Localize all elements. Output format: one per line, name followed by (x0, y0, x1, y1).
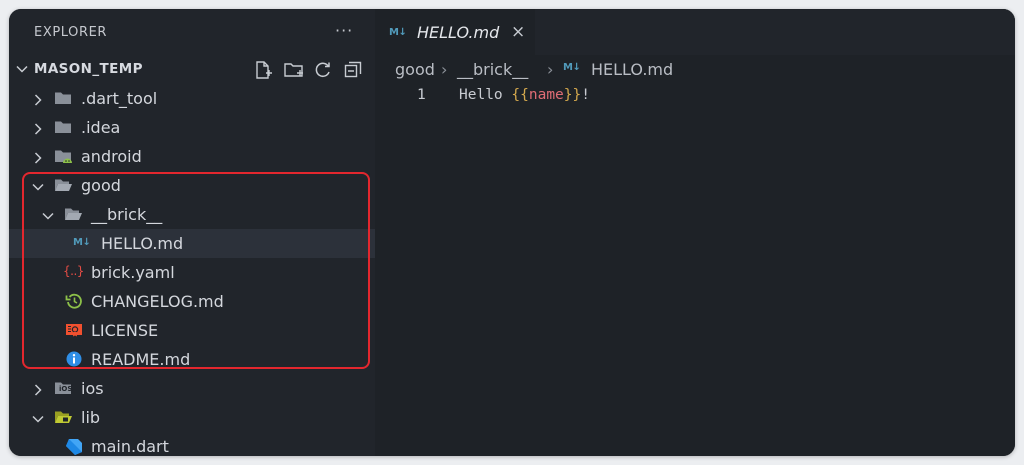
tree-item-label: HELLO.md (101, 234, 184, 253)
tree-item-label: __brick__ (91, 205, 163, 224)
tree-item-label: main.dart (91, 437, 169, 456)
markdown-icon: M↓ (73, 237, 91, 248)
chevron-down-icon (41, 208, 55, 227)
tree-item-label: brick.yaml (91, 263, 175, 282)
ios-label: iOS (59, 385, 73, 393)
explorer-title: EXPLORER (34, 25, 108, 40)
tree-item-main-dart[interactable]: main.dart (9, 432, 375, 456)
tree-item-license[interactable]: LICENSE (9, 316, 375, 345)
tree-item-changelog[interactable]: CHANGELOG.md (9, 287, 375, 316)
tree-item-brick-yaml[interactable]: {..} brick.yaml (9, 258, 375, 287)
folder-open-icon (64, 206, 82, 222)
tree-item-label: .idea (81, 118, 121, 137)
tree-item-label: good (81, 176, 121, 195)
code-line[interactable]: Hello {{name}}! (459, 87, 590, 103)
chevron-right-icon (31, 150, 45, 169)
changelog-icon (65, 293, 83, 309)
folder-icon (54, 119, 72, 135)
tree-item-label: ios (81, 379, 104, 398)
tree-item-label: README.md (91, 350, 191, 369)
tree-item-lib[interactable]: lib (9, 403, 375, 432)
line-number: 1 (417, 87, 426, 103)
code-token: }} (563, 87, 582, 103)
tree-item-label: .dart_tool (81, 89, 158, 108)
chevron-right-icon (31, 92, 45, 111)
dart-icon (65, 438, 83, 455)
tree-item-label: LICENSE (91, 321, 159, 340)
tree-item-ios[interactable]: iOS ios (9, 374, 375, 403)
tree-item-android[interactable]: android (9, 142, 375, 171)
lib-folder-icon (54, 409, 72, 425)
tab-bar: M↓ HELLO.md × (375, 9, 1015, 56)
code-token: name (528, 87, 564, 103)
chevron-right-icon: › (441, 60, 448, 79)
license-icon (65, 322, 83, 338)
folder-icon (54, 90, 72, 106)
markdown-icon: M↓ (389, 27, 407, 38)
chevron-down-icon (31, 411, 45, 430)
ios-folder-icon: iOS (54, 380, 72, 396)
android-folder-icon (54, 148, 72, 164)
chevron-right-icon (31, 382, 45, 401)
chevron-down-icon (15, 61, 29, 80)
new-folder-icon[interactable] (283, 60, 303, 80)
code-token: Hello (459, 87, 512, 103)
chevron-right-icon: › (547, 60, 554, 79)
code-token: ! (581, 87, 590, 103)
tab-hello-md[interactable]: M↓ HELLO.md × (375, 9, 535, 56)
close-icon[interactable]: × (511, 22, 525, 42)
folder-open-icon (54, 177, 72, 193)
explorer-sidebar: EXPLORER ··· MASON_TEMP .dart_tool .idea… (9, 9, 375, 456)
info-icon (65, 351, 83, 367)
tree-item-dart-tool[interactable]: .dart_tool (9, 84, 375, 113)
new-file-icon[interactable] (253, 60, 273, 80)
tree-item-brick-folder[interactable]: __brick__ (9, 200, 375, 229)
tree-item-good[interactable]: good (9, 171, 375, 200)
tree-item-label: android (81, 147, 142, 166)
chevron-down-icon (31, 179, 45, 198)
tree-item-idea[interactable]: .idea (9, 113, 375, 142)
chevron-right-icon (31, 121, 45, 140)
tab-label: HELLO.md (417, 23, 500, 42)
tree-item-hello-md[interactable]: M↓ HELLO.md (9, 229, 375, 258)
breadcrumb-item[interactable]: good (395, 60, 435, 79)
collapse-all-icon[interactable] (343, 60, 363, 80)
breadcrumb-item[interactable]: __brick__ (457, 60, 528, 79)
editor-area: M↓ HELLO.md × good › __brick__ › M↓ HELL… (375, 9, 1015, 456)
explorer-header: EXPLORER ··· (9, 9, 375, 55)
workspace-root-label: MASON_TEMP (34, 61, 143, 77)
workspace-root-row[interactable]: MASON_TEMP (9, 55, 375, 83)
yaml-icon: {..} (63, 264, 84, 278)
tree-item-readme[interactable]: README.md (9, 345, 375, 374)
breadcrumb-item[interactable]: HELLO.md (591, 60, 673, 79)
vscode-window: EXPLORER ··· MASON_TEMP .dart_tool .idea… (9, 9, 1015, 456)
tree-item-label: CHANGELOG.md (91, 292, 224, 311)
markdown-icon: M↓ (563, 62, 581, 73)
tree-item-label: lib (81, 408, 101, 427)
code-token: {{ (511, 87, 529, 103)
more-actions-icon[interactable]: ··· (335, 21, 353, 40)
refresh-icon[interactable] (313, 60, 333, 80)
